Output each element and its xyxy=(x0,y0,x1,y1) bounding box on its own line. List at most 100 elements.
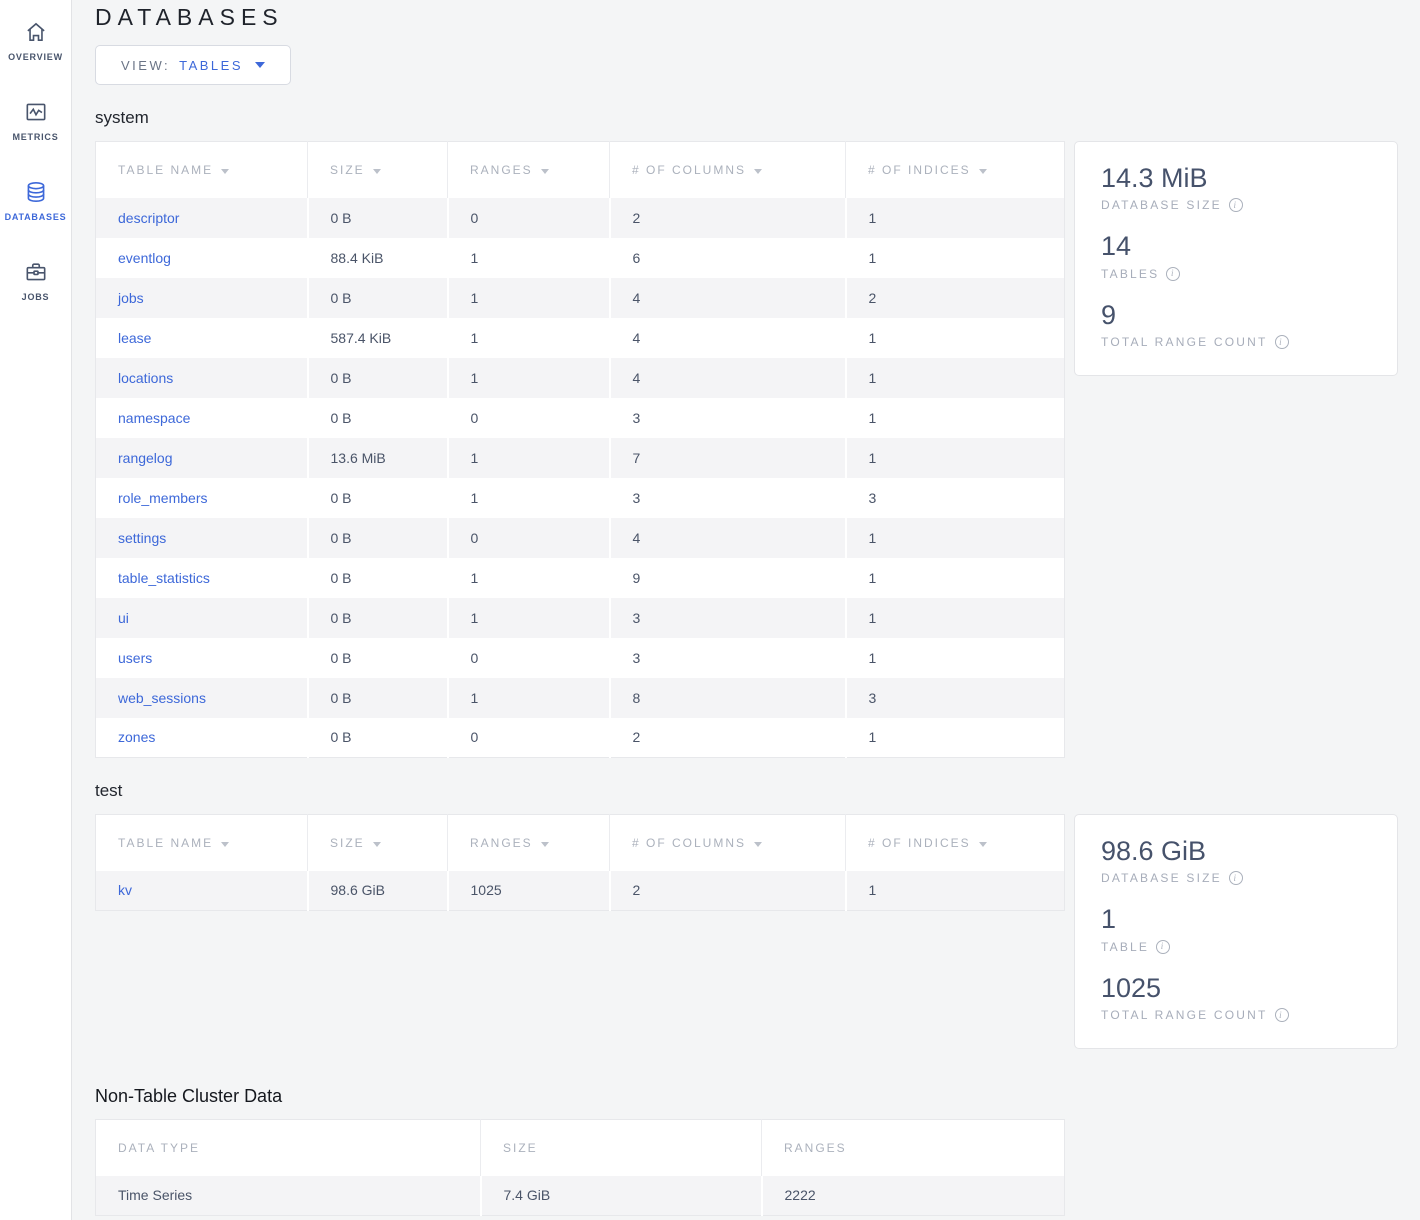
table-cell: 0 xyxy=(448,638,610,678)
sidebar-item-label: METRICS xyxy=(12,132,58,142)
info-icon[interactable]: i xyxy=(1275,1008,1289,1022)
table-name-cell: eventlog xyxy=(96,238,308,278)
database-section-test: testTABLE NAMESIZERANGES# OF COLUMNS# OF… xyxy=(95,781,1420,1049)
main-content: DATABASES VIEW: TABLES systemTABLE NAMES… xyxy=(73,0,1420,1220)
database-section-body: TABLE NAMESIZE RANGES # OF COLUMNS # OF IND… xyxy=(95,141,1420,758)
column-header-label: # OF COLUMNS xyxy=(632,163,746,177)
table-cell: 2 xyxy=(610,871,846,911)
table-row: lease587.4 KiB141 xyxy=(96,318,1065,358)
non-table-cluster-table: DATA TYPESIZERANGESTime Series7.4 GiB222… xyxy=(95,1119,1065,1216)
table-cell: 2222 xyxy=(762,1176,1065,1216)
column-header-label: RANGES xyxy=(470,163,533,177)
sort-caret-icon xyxy=(754,842,762,847)
sidebar-item-label: DATABASES xyxy=(5,212,67,222)
table-name-cell: rangelog xyxy=(96,438,308,478)
column-header-label: RANGES xyxy=(470,836,533,850)
info-icon[interactable]: i xyxy=(1156,940,1170,954)
non-table-section: Non-Table Cluster Data DATA TYPESIZERANG… xyxy=(95,1086,1420,1216)
column-header-label: DATA TYPE xyxy=(118,1141,200,1155)
table-row: locations0 B141 xyxy=(96,358,1065,398)
table-name-link[interactable]: kv xyxy=(118,882,132,898)
table-cell: 1 xyxy=(846,518,1065,558)
stat-label: TOTAL RANGE COUNTi xyxy=(1101,335,1371,349)
table-row: role_members0 B133 xyxy=(96,478,1065,518)
table-cell: 4 xyxy=(610,518,846,558)
table-name-link[interactable]: table_statistics xyxy=(118,570,210,586)
table-cell: 1 xyxy=(448,318,610,358)
table-cell: 9 xyxy=(610,558,846,598)
sort-caret-icon xyxy=(373,169,381,174)
table-cell: 1 xyxy=(448,558,610,598)
table-cell: 1 xyxy=(846,558,1065,598)
table-cell: 1 xyxy=(448,678,610,718)
sidebar-item-databases[interactable]: DATABASES xyxy=(0,160,71,240)
column-header[interactable]: RANGES xyxy=(448,142,610,198)
view-dropdown[interactable]: VIEW: TABLES xyxy=(95,45,291,85)
table-cell: 1 xyxy=(846,871,1065,911)
column-header-label: # OF INDICES xyxy=(868,836,971,850)
table-name-cell: table_statistics xyxy=(96,558,308,598)
sidebar-item-jobs[interactable]: JOBS xyxy=(0,240,71,320)
column-header[interactable]: RANGES xyxy=(448,815,610,871)
home-icon xyxy=(23,19,49,45)
table-name-link[interactable]: namespace xyxy=(118,410,190,426)
stat-value: 14 xyxy=(1101,230,1371,262)
table-name-link[interactable]: descriptor xyxy=(118,210,179,226)
table-cell: 0 B xyxy=(308,478,448,518)
table-cell: 4 xyxy=(610,318,846,358)
stat-value: 1 xyxy=(1101,903,1371,935)
sort-caret-icon xyxy=(221,169,229,174)
column-header[interactable]: TABLE NAME xyxy=(96,142,308,198)
table-name-link[interactable]: jobs xyxy=(118,290,144,306)
database-section-system: systemTABLE NAMESIZERANGES# OF COLUMNS# … xyxy=(95,108,1420,758)
column-header[interactable]: # OF COLUMNS xyxy=(610,815,846,871)
table-name-link[interactable]: users xyxy=(118,650,152,666)
table-row: ui0 B131 xyxy=(96,598,1065,638)
info-icon[interactable]: i xyxy=(1166,267,1180,281)
table-name-cell: ui xyxy=(96,598,308,638)
table-cell: 0 xyxy=(448,398,610,438)
sidebar-item-metrics[interactable]: METRICS xyxy=(0,80,71,160)
column-header[interactable]: # OF INDICES xyxy=(846,815,1065,871)
column-header[interactable]: # OF COLUMNS xyxy=(610,142,846,198)
chevron-down-icon xyxy=(255,62,265,68)
column-header[interactable]: TABLE NAME xyxy=(96,815,308,871)
sidebar-item-overview[interactable]: OVERVIEW xyxy=(0,0,71,80)
column-header[interactable]: SIZE xyxy=(308,815,448,871)
table-cell: 0 B xyxy=(308,198,448,238)
info-icon[interactable]: i xyxy=(1229,871,1243,885)
table-cell: 3 xyxy=(610,398,846,438)
table-name-link[interactable]: locations xyxy=(118,370,173,386)
table-name-link[interactable]: ui xyxy=(118,610,129,626)
table-name-link[interactable]: role_members xyxy=(118,490,207,506)
table-cell: 1 xyxy=(448,358,610,398)
table-cell: 0 xyxy=(448,198,610,238)
view-dropdown-label: VIEW: xyxy=(121,58,170,73)
sort-caret-icon xyxy=(541,169,549,174)
table-cell: 2 xyxy=(610,718,846,758)
table-cell: 0 B xyxy=(308,278,448,318)
data-type-cell: Time Series xyxy=(96,1176,481,1216)
stat-label-text: DATABASE SIZE xyxy=(1101,871,1222,885)
info-icon[interactable]: i xyxy=(1275,335,1289,349)
table-row: Time Series7.4 GiB2222 xyxy=(96,1176,1065,1216)
table-name-link[interactable]: web_sessions xyxy=(118,690,206,706)
column-header[interactable]: SIZE xyxy=(308,142,448,198)
table-name-link[interactable]: eventlog xyxy=(118,250,171,266)
table-name-link[interactable]: settings xyxy=(118,530,166,546)
stat-value: 14.3 MiB xyxy=(1101,162,1371,194)
table-name-link[interactable]: rangelog xyxy=(118,450,173,466)
table-row: jobs0 B142 xyxy=(96,278,1065,318)
table-cell: 587.4 KiB xyxy=(308,318,448,358)
metrics-icon xyxy=(23,99,49,125)
table-cell: 1 xyxy=(448,438,610,478)
info-icon[interactable]: i xyxy=(1229,198,1243,212)
table-name-link[interactable]: zones xyxy=(118,729,155,745)
column-header[interactable]: # OF INDICES xyxy=(846,142,1065,198)
table-name-link[interactable]: lease xyxy=(118,330,151,346)
table-cell: 1 xyxy=(846,238,1065,278)
table-cell: 1 xyxy=(846,398,1065,438)
table-cell: 0 B xyxy=(308,638,448,678)
table-cell: 1 xyxy=(846,718,1065,758)
view-dropdown-value: TABLES xyxy=(179,58,243,73)
